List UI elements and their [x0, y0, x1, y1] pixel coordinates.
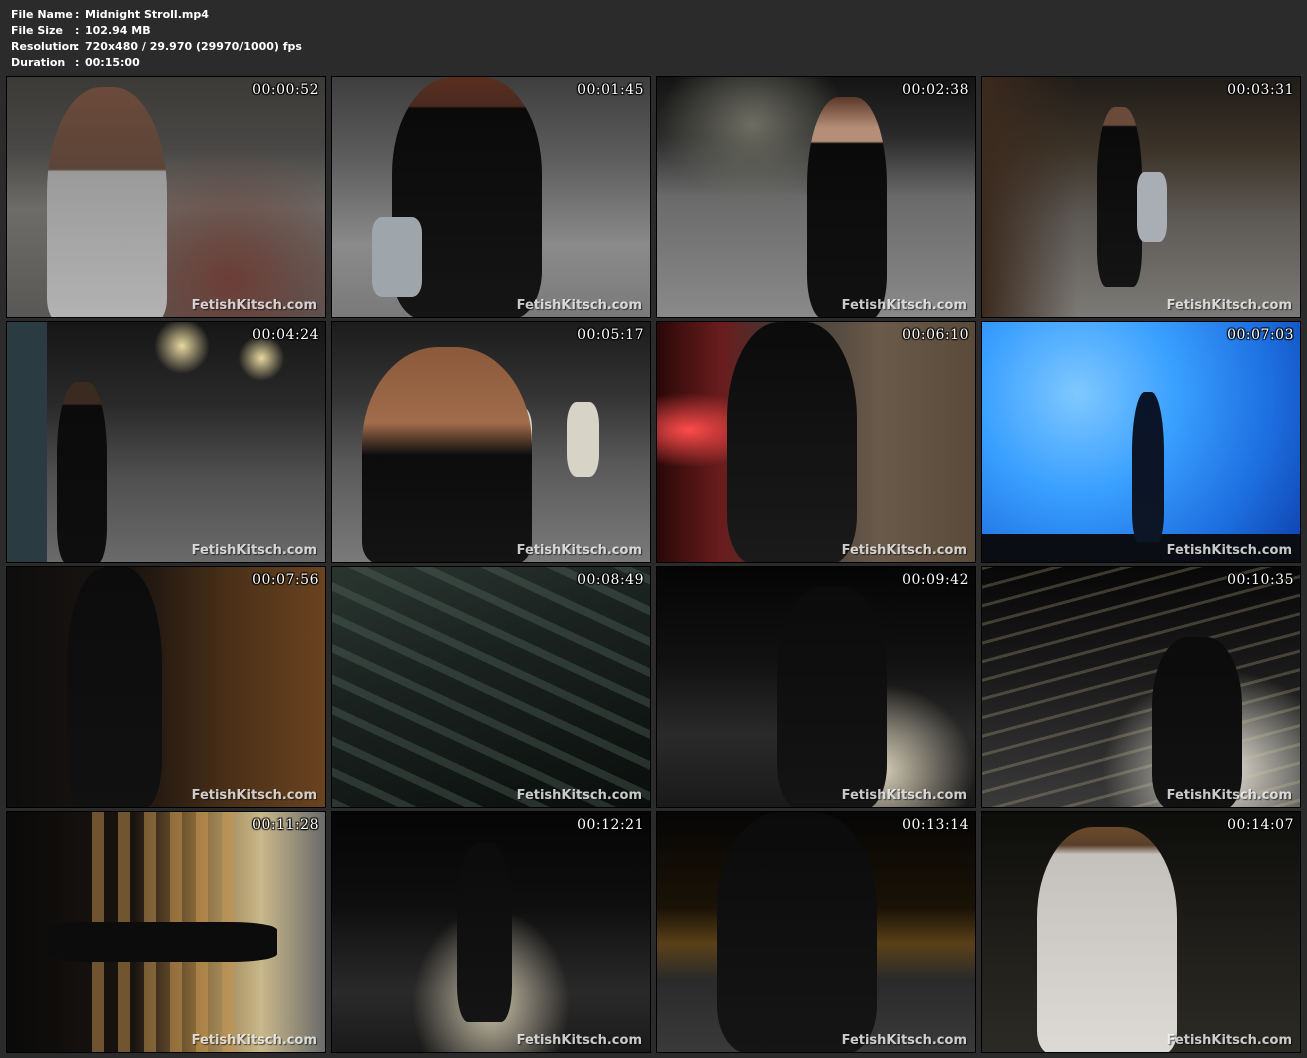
timestamp: 00:06:10: [902, 327, 969, 343]
video-thumbnail[interactable]: 00:09:42 FetishKitsch.com: [656, 566, 976, 808]
video-thumbnail[interactable]: 00:13:14 FetishKitsch.com: [656, 811, 976, 1053]
duration-label: Duration: [11, 56, 66, 69]
timestamp: 00:13:14: [902, 817, 969, 833]
video-thumbnail[interactable]: 00:01:45 FetishKitsch.com: [331, 76, 651, 318]
video-thumbnail[interactable]: 00:08:49 FetishKitsch.com: [331, 566, 651, 808]
watermark-text: FetishKitsch.com: [516, 1033, 642, 1048]
watermark-text: FetishKitsch.com: [1166, 298, 1292, 313]
watermark-text: FetishKitsch.com: [1166, 788, 1292, 803]
timestamp: 00:02:38: [902, 82, 969, 98]
resolution-row: Resolution : 720x480 / 29.970 (29970/100…: [11, 39, 302, 55]
timestamp: 00:08:49: [577, 572, 644, 588]
resolution-label: Resolution: [11, 40, 78, 53]
watermark-text: FetishKitsch.com: [841, 788, 967, 803]
timestamp: 00:10:35: [1227, 572, 1294, 588]
watermark-text: FetishKitsch.com: [191, 543, 317, 558]
file-info-panel: File Name : Midnight Stroll.mp4 File Siz…: [11, 7, 302, 71]
resolution-value: 720x480 / 29.970 (29970/1000) fps: [85, 40, 302, 53]
watermark-text: FetishKitsch.com: [191, 1033, 317, 1048]
timestamp: 00:14:07: [1227, 817, 1294, 833]
video-thumbnail[interactable]: 00:05:17 FetishKitsch.com: [331, 321, 651, 563]
watermark-text: FetishKitsch.com: [516, 543, 642, 558]
video-thumbnail[interactable]: 00:12:21 FetishKitsch.com: [331, 811, 651, 1053]
file-size-row: File Size : 102.94 MB: [11, 23, 302, 39]
video-thumbnail[interactable]: 00:11:28 FetishKitsch.com: [6, 811, 326, 1053]
timestamp: 00:03:31: [1227, 82, 1294, 98]
separator: :: [75, 40, 80, 53]
watermark-text: FetishKitsch.com: [1166, 543, 1292, 558]
timestamp: 00:07:03: [1227, 327, 1294, 343]
video-thumbnail[interactable]: 00:10:35 FetishKitsch.com: [981, 566, 1301, 808]
timestamp: 00:11:28: [252, 817, 319, 833]
separator: :: [75, 24, 80, 37]
video-thumbnail[interactable]: 00:03:31 FetishKitsch.com: [981, 76, 1301, 318]
watermark-text: FetishKitsch.com: [191, 788, 317, 803]
timestamp: 00:07:56: [252, 572, 319, 588]
video-thumbnail[interactable]: 00:07:56 FetishKitsch.com: [6, 566, 326, 808]
separator: :: [75, 8, 80, 21]
duration-row: Duration : 00:15:00: [11, 55, 302, 71]
file-size-label: File Size: [11, 24, 63, 37]
watermark-text: FetishKitsch.com: [1166, 1033, 1292, 1048]
video-thumbnail[interactable]: 00:07:03 FetishKitsch.com: [981, 321, 1301, 563]
duration-value: 00:15:00: [85, 56, 140, 69]
thumbnail-grid: 00:00:52 FetishKitsch.com 00:01:45 Fetis…: [6, 76, 1302, 1053]
file-name-label: File Name: [11, 8, 73, 21]
timestamp: 00:01:45: [577, 82, 644, 98]
file-size-value: 102.94 MB: [85, 24, 151, 37]
video-thumbnail[interactable]: 00:02:38 FetishKitsch.com: [656, 76, 976, 318]
file-name-value: Midnight Stroll.mp4: [85, 8, 209, 21]
watermark-text: FetishKitsch.com: [841, 543, 967, 558]
video-thumbnail[interactable]: 00:14:07 FetishKitsch.com: [981, 811, 1301, 1053]
video-thumbnail[interactable]: 00:04:24 FetishKitsch.com: [6, 321, 326, 563]
timestamp: 00:04:24: [252, 327, 319, 343]
watermark-text: FetishKitsch.com: [516, 298, 642, 313]
watermark-text: FetishKitsch.com: [841, 1033, 967, 1048]
timestamp: 00:09:42: [902, 572, 969, 588]
watermark-text: FetishKitsch.com: [516, 788, 642, 803]
video-thumbnail[interactable]: 00:00:52 FetishKitsch.com: [6, 76, 326, 318]
watermark-text: FetishKitsch.com: [841, 298, 967, 313]
timestamp: 00:05:17: [577, 327, 644, 343]
separator: :: [75, 56, 80, 69]
timestamp: 00:00:52: [252, 82, 319, 98]
video-thumbnail[interactable]: 00:06:10 FetishKitsch.com: [656, 321, 976, 563]
file-name-row: File Name : Midnight Stroll.mp4: [11, 7, 302, 23]
watermark-text: FetishKitsch.com: [191, 298, 317, 313]
timestamp: 00:12:21: [577, 817, 644, 833]
